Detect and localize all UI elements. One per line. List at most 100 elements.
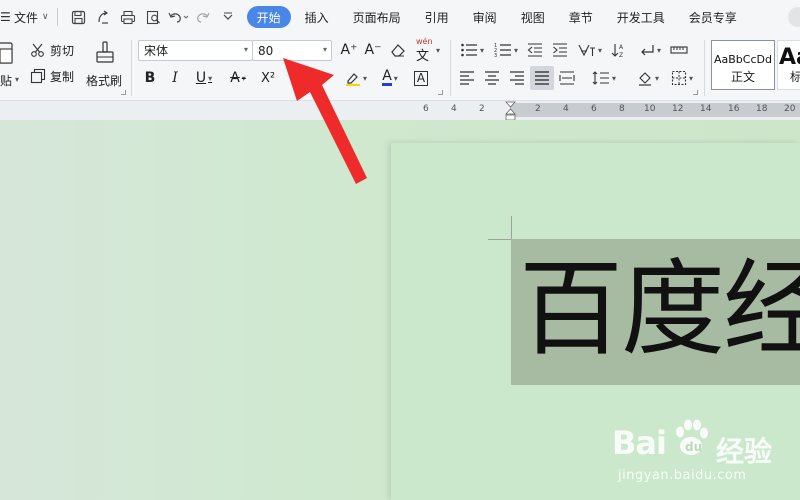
numbered-list-icon: 123 [494,43,511,58]
crop-mark [488,239,512,240]
clear-format-button[interactable] [389,40,407,60]
document-text[interactable]: 百度经 [519,247,800,372]
redo-button[interactable] [191,6,216,28]
align-right-button[interactable] [508,68,526,88]
sort-button[interactable]: AZ [610,40,628,60]
paragraph-group-launcher[interactable] [693,90,698,95]
chevron-down-icon: ▾ [597,45,602,55]
highlighter-icon [345,73,360,86]
highlight-button[interactable]: ▾ [342,68,370,88]
line-spacing-icon [592,71,609,85]
numbering-button[interactable]: 123 ▾ [492,40,520,60]
style-normal[interactable]: AaBbCcDd 正文 [711,40,775,90]
divider [450,40,451,96]
font-group-launcher[interactable] [438,90,443,95]
svg-text:3: 3 [494,53,497,58]
horizontal-ruler[interactable]: 6 4 2 2 4 6 8 10 12 14 16 18 20 [0,100,800,121]
superscript-button[interactable]: X² [258,68,278,88]
outdent-icon [527,43,542,57]
customize-toolbar-button[interactable] [216,6,241,28]
shrink-font-button[interactable]: A⁻ [364,40,382,60]
style-name: 标 [790,70,800,84]
ruler-tick: 6 [591,104,597,114]
ruler-tick: 18 [756,104,768,114]
tab-stops-button[interactable] [670,40,688,60]
borders-button[interactable]: ▾ [668,68,696,88]
decrease-indent-button[interactable] [526,40,544,60]
printer-icon [121,10,136,24]
align-center-button[interactable] [483,68,501,88]
line-spacing-button[interactable]: ▾ [590,68,618,88]
text-selection[interactable]: 百度经 [511,239,800,385]
style-heading[interactable]: Aa 标 [777,40,800,90]
format-painter-button[interactable]: 格式刷 [84,38,126,88]
indent-marker-icon[interactable] [505,101,516,121]
file-menu-button[interactable]: ☰ 文件 ∨ [0,0,49,34]
export-pdf-button[interactable] [91,6,116,28]
paste-button[interactable]: 贴 ▾ [0,38,22,88]
menu-bar: ☰ 文件 ∨ 开始 插入 页面布局 引用 审阅 视图 章节 开发工具 会员专享 [0,0,800,34]
chevron-down-icon: ▾ [654,73,659,83]
font-size-combo[interactable]: 80 ▾ [252,40,332,61]
phonetic-guide-button[interactable]: wén 文 ▾ [414,37,442,64]
chinese-layout-icon [578,44,595,57]
undo-button[interactable] [166,6,191,28]
show-marks-button[interactable]: ▾ [636,40,664,60]
save-button[interactable] [66,6,91,28]
bullets-button[interactable]: ▾ [458,40,486,60]
align-left-button[interactable] [458,68,476,88]
print-button[interactable] [116,6,141,28]
tab-member[interactable]: 会员专享 [677,6,749,28]
chinese-layout-button[interactable]: ▾ [576,40,604,60]
font-color-button[interactable]: A ▾ [376,68,404,88]
copy-button[interactable]: 复制 [30,66,74,86]
tab-insert[interactable]: 插入 [293,6,341,28]
print-preview-button[interactable] [141,6,166,28]
scissors-icon [31,43,44,57]
distributed-button[interactable] [558,68,576,88]
bold-button[interactable]: B [141,68,159,88]
watermark-url: jingyan.baidu.com [618,468,747,483]
char-border-button[interactable]: A [412,68,430,88]
chevron-down-icon: ▾ [243,45,248,54]
underline-button[interactable]: U ▾ [190,68,218,88]
increase-indent-button[interactable] [551,40,569,60]
chevron-down-icon: ▾ [436,46,441,55]
clipboard-group-launcher[interactable] [121,90,126,95]
strikethrough-button[interactable]: A ▾ [224,68,252,88]
divider [56,8,58,26]
chevron-down-icon: ▾ [513,45,518,55]
chevron-down-icon: ▾ [479,45,484,55]
chevron-down-icon: ▾ [362,73,367,83]
grow-font-label: A⁺ [340,42,358,58]
search-button[interactable] [788,7,800,27]
ruler-tick: 2 [535,104,541,114]
paw-logo-icon: du [676,419,708,455]
tab-developer[interactable]: 开发工具 [605,6,677,28]
borders-icon [671,70,687,86]
copy-icon [30,68,46,84]
tab-section[interactable]: 章节 [557,6,605,28]
tab-references[interactable]: 引用 [413,6,461,28]
font-name-combo[interactable]: 宋体 ▾ [138,40,253,61]
text-effect-button[interactable]: A [307,68,323,88]
eraser-icon [391,44,405,57]
ruler-tick: 6 [423,104,429,114]
ruler-tick: 16 [728,104,740,114]
format-painter-icon [96,41,114,63]
justify-button[interactable] [530,66,554,90]
watermark-logo: Bai [612,424,667,462]
tab-page-layout[interactable]: 页面布局 [341,6,413,28]
ruler-tick: 8 [619,104,625,114]
shading-button[interactable]: ▾ [634,68,662,88]
tab-home[interactable]: 开始 [246,6,291,28]
text-effect-label: A [310,70,320,86]
tab-view[interactable]: 视图 [509,6,557,28]
italic-button[interactable]: I [166,68,184,88]
cut-button[interactable]: 剪切 [30,40,74,60]
tab-review[interactable]: 审阅 [461,6,509,28]
chevron-down-icon: ▾ [656,45,661,55]
paragraph-mark-icon [641,45,654,56]
grow-font-button[interactable]: A⁺ [340,40,358,60]
divider [131,40,132,96]
